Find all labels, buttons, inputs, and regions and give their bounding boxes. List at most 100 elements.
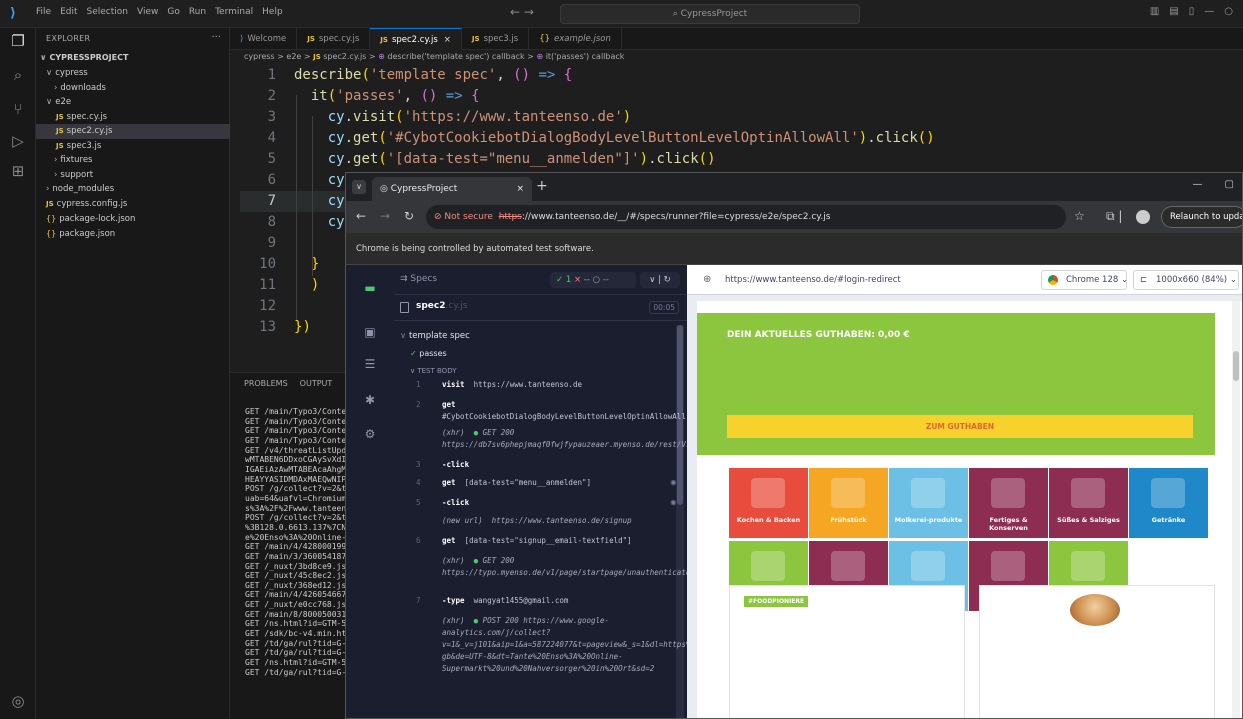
- eye-icon[interactable]: ◉: [671, 497, 676, 509]
- chrome-toolbar: ← → ↻ ⊘ Not secure https://www.tanteenso…: [346, 201, 1242, 233]
- breadcrumb-item[interactable]: describe('template spec') callback: [387, 52, 524, 61]
- tab-search-icon[interactable]: ∨: [352, 180, 366, 194]
- editor-tab[interactable]: JS spec2.cy.js ×: [370, 28, 462, 50]
- code-line[interactable]: 13}): [240, 317, 311, 338]
- tree-item[interactable]: › node_modules: [36, 182, 230, 197]
- code-line[interactable]: 9: [240, 233, 294, 254]
- not-secure-badge[interactable]: ⊘ Not secure: [434, 212, 493, 222]
- reload-icon[interactable]: ↻: [404, 209, 414, 223]
- tree-item[interactable]: › fixtures: [36, 153, 230, 168]
- tree-item[interactable]: JS spec.cy.js: [36, 110, 230, 125]
- minimize-icon[interactable]: —: [1204, 6, 1214, 17]
- test-body-header[interactable]: ∨ TEST BODY: [410, 367, 456, 375]
- extensions-icon[interactable]: ⊞: [9, 162, 27, 180]
- more-actions-icon[interactable]: ···: [211, 32, 221, 43]
- close-icon[interactable]: ×: [444, 35, 451, 45]
- tab-close-icon[interactable]: ×: [516, 177, 524, 201]
- menu-item-go[interactable]: Go: [167, 7, 179, 17]
- runs-nav-icon[interactable]: ☰: [363, 357, 377, 371]
- tree-item[interactable]: ∨ cypress: [36, 66, 230, 81]
- breadcrumb-item[interactable]: it('passes') callback: [546, 52, 625, 61]
- tree-item[interactable]: JS cypress.config.js: [36, 197, 230, 212]
- code-line[interactable]: 4 cy.get('#CybotCookiebotDialogBodyLevel…: [240, 128, 935, 149]
- menu-item-selection[interactable]: Selection: [87, 7, 128, 17]
- layout-toggle-icon[interactable]: ▥: [1150, 6, 1159, 17]
- panel-tab-problems[interactable]: PROBLEMS: [244, 379, 288, 388]
- panel-toggle-icon[interactable]: ▤: [1169, 6, 1178, 17]
- extensions-icon[interactable]: ⧉ |: [1106, 209, 1122, 224]
- explorer-icon[interactable]: ❐: [9, 32, 27, 50]
- editor-tab[interactable]: ⟩ Welcome: [230, 28, 298, 50]
- specs-nav-icon[interactable]: ▣: [363, 325, 377, 339]
- sidebar-toggle-icon[interactable]: ▯: [1189, 6, 1195, 17]
- eye-icon[interactable]: ◉: [671, 477, 676, 489]
- restore-icon[interactable]: ○: [1224, 6, 1233, 17]
- relaunch-button[interactable]: Relaunch to update: [1161, 206, 1242, 228]
- suite-title[interactable]: ∨ template spec: [400, 331, 470, 341]
- panel-tab-output[interactable]: OUTPUT: [300, 379, 333, 388]
- code-line[interactable]: 10 }: [240, 254, 319, 275]
- tree-item[interactable]: {} package.json: [36, 226, 230, 241]
- debug-nav-icon[interactable]: ✱: [363, 393, 377, 407]
- breadcrumb-item[interactable]: cypress: [244, 52, 275, 61]
- tree-item[interactable]: {} package-lock.json: [36, 211, 230, 226]
- code-line[interactable]: 3 cy.visit('https://www.tanteenso.de'): [240, 107, 632, 128]
- bookmark-star-icon[interactable]: ☆: [1074, 209, 1085, 223]
- credit-button[interactable]: ZUM GUTHABEN: [727, 415, 1193, 438]
- editor-tab[interactable]: JS spec3.js: [462, 28, 530, 50]
- menu-item-help[interactable]: Help: [262, 7, 283, 17]
- category-tile[interactable]: Fertiges & Konserven: [969, 468, 1048, 538]
- code-line[interactable]: 7 cy.: [240, 191, 360, 212]
- menu-item-edit[interactable]: Edit: [60, 7, 77, 17]
- category-tile[interactable]: Frühstück: [809, 468, 888, 538]
- settings-nav-icon[interactable]: ⚙: [363, 427, 377, 441]
- tree-item[interactable]: JS spec3.js: [36, 139, 230, 154]
- breadcrumb-item[interactable]: spec2.cy.js: [323, 52, 366, 61]
- category-tile[interactable]: Kochen & Backen: [729, 468, 808, 538]
- new-tab-icon[interactable]: +: [536, 178, 548, 194]
- run-debug-icon[interactable]: ▷: [9, 132, 27, 150]
- forward-icon[interactable]: →: [380, 209, 390, 223]
- profile-avatar-icon[interactable]: [1136, 210, 1150, 224]
- specs-toggle[interactable]: ⇉ Specs: [400, 274, 437, 284]
- account-icon[interactable]: ◎: [9, 692, 27, 710]
- command-center-search[interactable]: ⌕ CypressProject: [560, 4, 860, 24]
- menu-item-file[interactable]: File: [36, 7, 51, 17]
- code-line[interactable]: 12: [240, 296, 294, 317]
- test-title[interactable]: ✓ passes: [410, 349, 447, 358]
- product-card[interactable]: [979, 585, 1215, 718]
- category-tile[interactable]: Süßes & Salziges: [1049, 468, 1128, 538]
- category-tile[interactable]: Getränke: [1129, 468, 1208, 538]
- breadcrumb-item[interactable]: e2e: [286, 52, 301, 61]
- menu-item-run[interactable]: Run: [189, 7, 206, 17]
- tree-item[interactable]: ∨ e2e: [36, 95, 230, 110]
- tree-item[interactable]: › support: [36, 168, 230, 183]
- foodpioniere-card[interactable]: #FOODPIONIERE: [729, 585, 965, 718]
- terminal-output[interactable]: GET /main/Typo3/Conten GET /main/Typo3/Co…: [245, 407, 360, 677]
- back-icon[interactable]: ←: [356, 209, 366, 223]
- menu-item-view[interactable]: View: [137, 7, 158, 17]
- editor-tab[interactable]: JS spec.cy.js: [297, 28, 371, 50]
- nav-arrows-icon[interactable]: ← →: [510, 5, 534, 19]
- code-line[interactable]: 2 it('passes', () => {: [240, 86, 480, 107]
- address-bar[interactable]: ⊘ Not secure https://www.tanteenso.de/__…: [426, 205, 1066, 229]
- tree-item[interactable]: JS spec2.cy.js: [36, 124, 230, 139]
- category-tile[interactable]: Molkerei-produkte: [889, 468, 968, 538]
- browser-selector[interactable]: Chrome 128 ⌄: [1041, 270, 1128, 290]
- menu-item-terminal[interactable]: Terminal: [215, 7, 253, 17]
- project-root[interactable]: ∨ CYPRESSPROJECT: [36, 50, 230, 65]
- tree-item[interactable]: › downloads: [36, 81, 230, 96]
- rerun-controls[interactable]: ∨ | ↻: [640, 272, 680, 288]
- aut-scrollbar[interactable]: [1232, 301, 1240, 718]
- editor-tab[interactable]: {} example.json: [529, 28, 622, 50]
- code-line[interactable]: 1 describe('template spec', () => {: [240, 65, 573, 86]
- minimize-icon[interactable]: —: [1193, 179, 1203, 190]
- search-icon[interactable]: ⌕: [9, 66, 27, 84]
- source-control-icon[interactable]: ⑂: [9, 100, 27, 118]
- browser-tab[interactable]: ◎ CypressProject ×: [372, 177, 532, 201]
- aut-url-bar[interactable]: ⊕ https://www.tanteenso.de/#login-redirec…: [695, 270, 1035, 290]
- product-image: [1070, 594, 1120, 626]
- maximize-icon[interactable]: ▢: [1225, 179, 1234, 190]
- viewport-info[interactable]: ⊏ 1000x660 (84%) ⌄: [1133, 270, 1239, 290]
- code-line[interactable]: 11 ): [240, 275, 319, 296]
